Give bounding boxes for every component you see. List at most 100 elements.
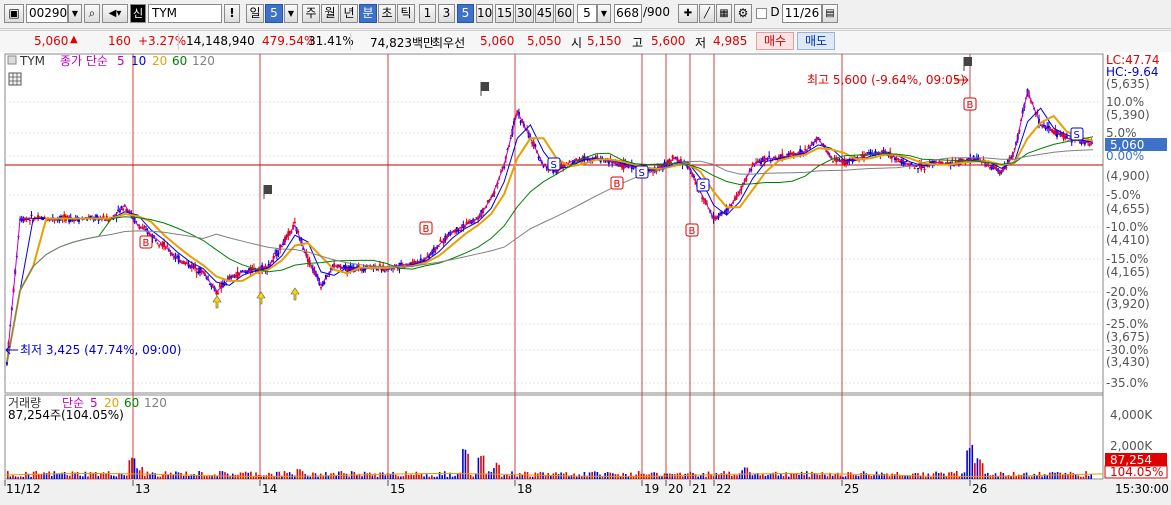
search-icon[interactable]: ⌕: [84, 4, 100, 23]
period-day-count[interactable]: 5: [265, 4, 283, 23]
volume-bar: [193, 474, 195, 479]
volume-bar: [976, 458, 979, 479]
volume-bar: [692, 472, 694, 479]
date-input[interactable]: 11/26: [782, 4, 822, 23]
gear-icon[interactable]: ⚙: [734, 4, 752, 23]
volume-bar: [480, 455, 482, 479]
volume-bar: [653, 472, 656, 479]
volume-bar: [472, 476, 475, 479]
best-bid: 5,050: [527, 34, 562, 48]
volume-bar: [904, 475, 906, 479]
table-icon[interactable]: [8, 72, 22, 86]
candle-body: [143, 226, 146, 228]
calendar-icon[interactable]: ▤: [822, 4, 838, 23]
count-total: /900: [643, 5, 670, 19]
candle-body: [383, 271, 386, 273]
period-day-button[interactable]: 일: [246, 4, 264, 23]
interval-10[interactable]: 10: [476, 4, 493, 23]
volume-bar: [436, 476, 438, 479]
volume-bar: [265, 475, 268, 479]
volume-bar: [17, 476, 19, 479]
interval-5[interactable]: 5: [457, 4, 474, 23]
interval-15[interactable]: 15: [495, 4, 514, 23]
volume-bar: [402, 476, 405, 479]
tab-year[interactable]: 년: [340, 4, 358, 23]
alert-button[interactable]: !: [224, 4, 240, 23]
count-value[interactable]: 668: [614, 4, 642, 23]
speaker-icon[interactable]: ◀▾: [102, 4, 128, 23]
legend-ma10: 10: [131, 54, 146, 68]
indicator-icon[interactable]: ✚: [678, 4, 698, 23]
axis-price-label: (4,900): [1106, 169, 1150, 183]
tab-week[interactable]: 주: [302, 4, 320, 23]
volume-bar: [816, 474, 818, 479]
volume-bar: [467, 453, 469, 479]
volume-bar: [131, 457, 133, 479]
code-dropdown-icon[interactable]: ▼: [68, 4, 82, 23]
candle-body: [1078, 141, 1081, 143]
tab-minute[interactable]: 분: [359, 4, 377, 23]
candle-body: [27, 218, 30, 220]
d-checkbox[interactable]: [756, 8, 767, 19]
axis-price-label: (3,675): [1106, 330, 1150, 344]
count-dropdown-icon[interactable]: ▼: [597, 4, 611, 23]
volume-bar: [84, 471, 87, 479]
stock-name-input[interactable]: TYM: [148, 4, 222, 23]
signal-label: B: [423, 224, 430, 235]
chart-area[interactable]: B B S S B B S B S TYM 종가 단순 5 10 20 60 120 최고 5,…: [0, 52, 1171, 502]
volume-bar: [637, 471, 640, 479]
signal-label: B: [689, 226, 696, 237]
window-menu-icon[interactable]: ▣: [4, 4, 24, 23]
buy-button[interactable]: 매수: [756, 32, 794, 50]
volume-bar: [43, 472, 45, 479]
interval-1[interactable]: 1: [419, 4, 436, 23]
sell-button[interactable]: 매도: [797, 32, 835, 50]
flag-marker-icon: [264, 185, 272, 194]
volume-bar: [712, 476, 715, 479]
chart-svg[interactable]: B B S S B B S B S TYM 종가 단순 5 10 20 60 120 최고 5,…: [0, 52, 1171, 502]
axis-price-label: (5,635): [1106, 77, 1150, 91]
stock-code-input[interactable]: 002900: [26, 4, 75, 23]
interval-3[interactable]: 3: [438, 4, 455, 23]
volume-value-label: 87,254주(104.05%): [8, 408, 124, 422]
interval-60[interactable]: 60: [555, 4, 574, 23]
signal-label: S: [700, 181, 706, 192]
total-volume: 14,148,940: [186, 34, 255, 48]
save-icon[interactable]: ▦: [716, 4, 732, 23]
candle-body: [596, 156, 599, 158]
candle-body: [916, 168, 919, 170]
low-marker-icon: [256, 291, 266, 305]
period-dropdown-icon[interactable]: ▼: [284, 4, 298, 23]
draw-tool-icon[interactable]: ╱: [699, 4, 715, 23]
volume-bar: [237, 474, 239, 479]
volume-bar: [790, 473, 793, 479]
volume-bar: [901, 475, 904, 479]
interval-45[interactable]: 45: [535, 4, 554, 23]
tab-second[interactable]: 초: [378, 4, 396, 23]
volume-bar: [529, 476, 531, 479]
turnover-ratio: 31.41%: [308, 34, 354, 48]
count-select[interactable]: 5: [577, 4, 597, 23]
panel-menu-icon[interactable]: [7, 55, 17, 65]
interval-30[interactable]: 30: [515, 4, 534, 23]
volume-bar: [433, 476, 436, 479]
volume-bar: [777, 475, 780, 479]
volume-bar: [22, 476, 25, 479]
volume-bar: [123, 475, 125, 479]
volume-bar: [762, 474, 764, 479]
volume-bar: [800, 471, 803, 479]
volume-bar: [477, 457, 480, 479]
axis-pct-label: -25.0%: [1106, 317, 1148, 331]
candle-body: [158, 245, 161, 247]
volume-bar: [213, 474, 216, 479]
volume-bar: [537, 473, 539, 479]
volume-bar: [808, 476, 811, 479]
volume-bar: [992, 474, 994, 479]
tab-month[interactable]: 월: [321, 4, 339, 23]
low-annotation: 최저 3,425 (47.74%, 09:00): [20, 343, 181, 357]
volume-bar: [379, 472, 381, 479]
volume-bar: [105, 473, 107, 479]
volume-bar: [751, 475, 754, 479]
volume-bar: [369, 472, 371, 479]
tab-tick[interactable]: 틱: [397, 4, 415, 23]
